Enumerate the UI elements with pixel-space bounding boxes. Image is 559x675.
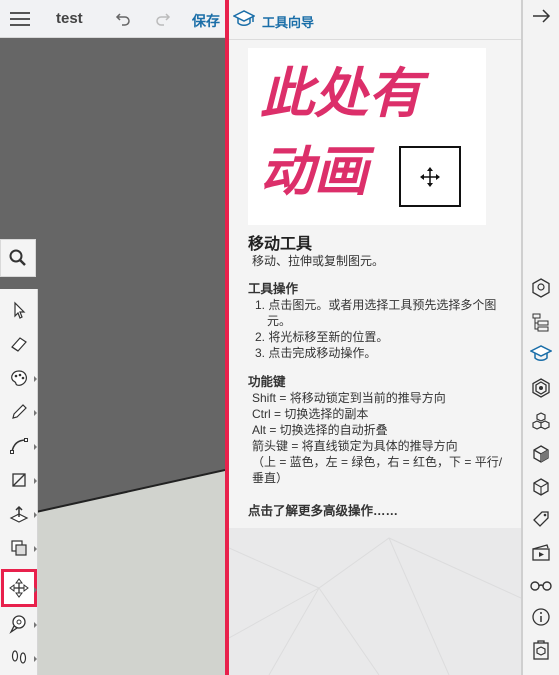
- walk-tool[interactable]: [4, 643, 37, 673]
- entity-info-icon: [532, 278, 550, 298]
- styles-icon: [533, 445, 549, 463]
- materials-icon: [532, 378, 550, 398]
- 3d-warehouse-button[interactable]: [529, 638, 553, 662]
- animation-placeholder-line1: 此处有: [260, 62, 422, 125]
- arc-icon: [10, 438, 28, 454]
- operations-list: 1. 点击图元。或者用选择工具预先选择多个图元。 2. 将光标移至新的位置。 3…: [248, 297, 512, 361]
- operation-step: 1. 点击图元。或者用选择工具预先选择多个图元。: [255, 298, 497, 328]
- styles-button[interactable]: [529, 442, 553, 466]
- pencil-icon: [12, 404, 27, 419]
- hamburger-menu-icon[interactable]: [10, 12, 30, 26]
- offset-icon: [11, 540, 27, 556]
- tool-name: 移动工具: [248, 236, 313, 253]
- move-cursor-icon: [420, 166, 440, 187]
- glasses-icon: [530, 581, 552, 591]
- pencil-tool[interactable]: [4, 397, 37, 427]
- arc-tool[interactable]: [4, 431, 37, 461]
- instructor-icon: [530, 345, 552, 361]
- panel-title: 工具向导: [262, 15, 315, 30]
- operation-step: 2. 将光标移至新的位置。: [255, 330, 389, 344]
- info-button[interactable]: [529, 605, 553, 629]
- document-title: test: [56, 10, 83, 27]
- operation-step: 3. 点击完成移动操作。: [255, 346, 377, 360]
- modifier-keys-heading: 功能键: [248, 375, 286, 389]
- instructor-text: 移动工具 移动、拉伸或复制图元。 工具操作 1. 点击图元。或者用选择工具预先选…: [248, 236, 512, 519]
- select-tool[interactable]: [4, 295, 34, 325]
- push-pull-tool[interactable]: [4, 499, 37, 529]
- modifier-key-item: Alt = 切换选择的自动折叠: [252, 423, 388, 437]
- modifier-key-item: 箭头键 = 将直线锁定为具体的推导方向: [252, 439, 458, 453]
- paint-tool[interactable]: [4, 363, 37, 393]
- app-window: test 保存 工具向导 此处有 动画 移动工具 移动、拉伸或复制图元。 工具操…: [0, 0, 559, 675]
- materials-button[interactable]: [529, 376, 553, 400]
- scenes-button[interactable]: [529, 540, 553, 564]
- tags-icon: [533, 511, 549, 527]
- move-cursor-preview: [399, 146, 461, 207]
- move-tool[interactable]: [1, 569, 37, 607]
- eraser-icon: [11, 337, 27, 352]
- instructor-panel: 工具向导 此处有 动画 移动工具 移动、拉伸或复制图元。 工具操作 1. 点击图…: [229, 0, 521, 675]
- advanced-operations-link[interactable]: 点击了解更多高级操作……: [248, 500, 512, 519]
- paint-icon: [11, 370, 27, 386]
- rectangle-tool[interactable]: [4, 465, 37, 495]
- operations-heading: 工具操作: [248, 282, 299, 296]
- offset-tool[interactable]: [4, 533, 37, 563]
- eraser-tool[interactable]: [4, 329, 34, 359]
- modifier-key-item: Ctrl = 切换选择的副本: [252, 407, 369, 421]
- scenes-icon: [532, 544, 550, 561]
- search-tool-button[interactable]: [0, 239, 36, 277]
- walk-icon: [11, 650, 27, 664]
- redo-icon[interactable]: [154, 8, 172, 28]
- tape-measure-tool[interactable]: [4, 609, 37, 639]
- modifier-keys-list: Shift = 将移动锁定到当前的推导方向 Ctrl = 切换选择的副本 Alt…: [252, 390, 512, 486]
- tool-animation: 此处有 动画: [248, 48, 486, 225]
- right-tray: [523, 0, 559, 675]
- rectangle-icon: [12, 473, 26, 487]
- undo-icon[interactable]: [114, 8, 132, 28]
- info-icon: [532, 608, 550, 626]
- graduation-cap-icon: [233, 10, 255, 26]
- tape-measure-icon: [9, 615, 26, 634]
- left-toolbar: [0, 289, 38, 675]
- animation-placeholder-line2: 动画: [260, 140, 368, 203]
- 3d-warehouse-icon: [533, 640, 549, 660]
- instructor-button[interactable]: [529, 342, 553, 366]
- modifier-key-item: Shift = 将移动锁定到当前的推导方向: [252, 391, 446, 405]
- panel-header: 工具向导: [229, 0, 521, 40]
- search-icon: [9, 249, 26, 266]
- components-button[interactable]: [529, 409, 553, 433]
- display-icon: [533, 478, 549, 496]
- save-button[interactable]: 保存: [192, 11, 220, 31]
- select-icon: [14, 301, 26, 319]
- modifier-key-item: （上 = 蓝色，左 = 绿色，右 = 红色，下 = 平行/垂直）: [252, 455, 503, 485]
- push-pull-icon: [9, 505, 29, 523]
- components-icon: [532, 412, 550, 430]
- display-button[interactable]: [529, 475, 553, 499]
- panel-background-pattern: [229, 528, 521, 675]
- collapse-arrow-icon[interactable]: [531, 8, 551, 24]
- entity-info-button[interactable]: [529, 276, 553, 300]
- tags-button[interactable]: [529, 507, 553, 531]
- top-bar: test 保存: [0, 0, 225, 38]
- views-button[interactable]: [529, 573, 553, 597]
- tool-description: 移动、拉伸或复制图元。: [252, 254, 385, 268]
- move-icon: [9, 578, 29, 598]
- outliner-icon: [532, 313, 549, 332]
- outliner-button[interactable]: [529, 310, 553, 334]
